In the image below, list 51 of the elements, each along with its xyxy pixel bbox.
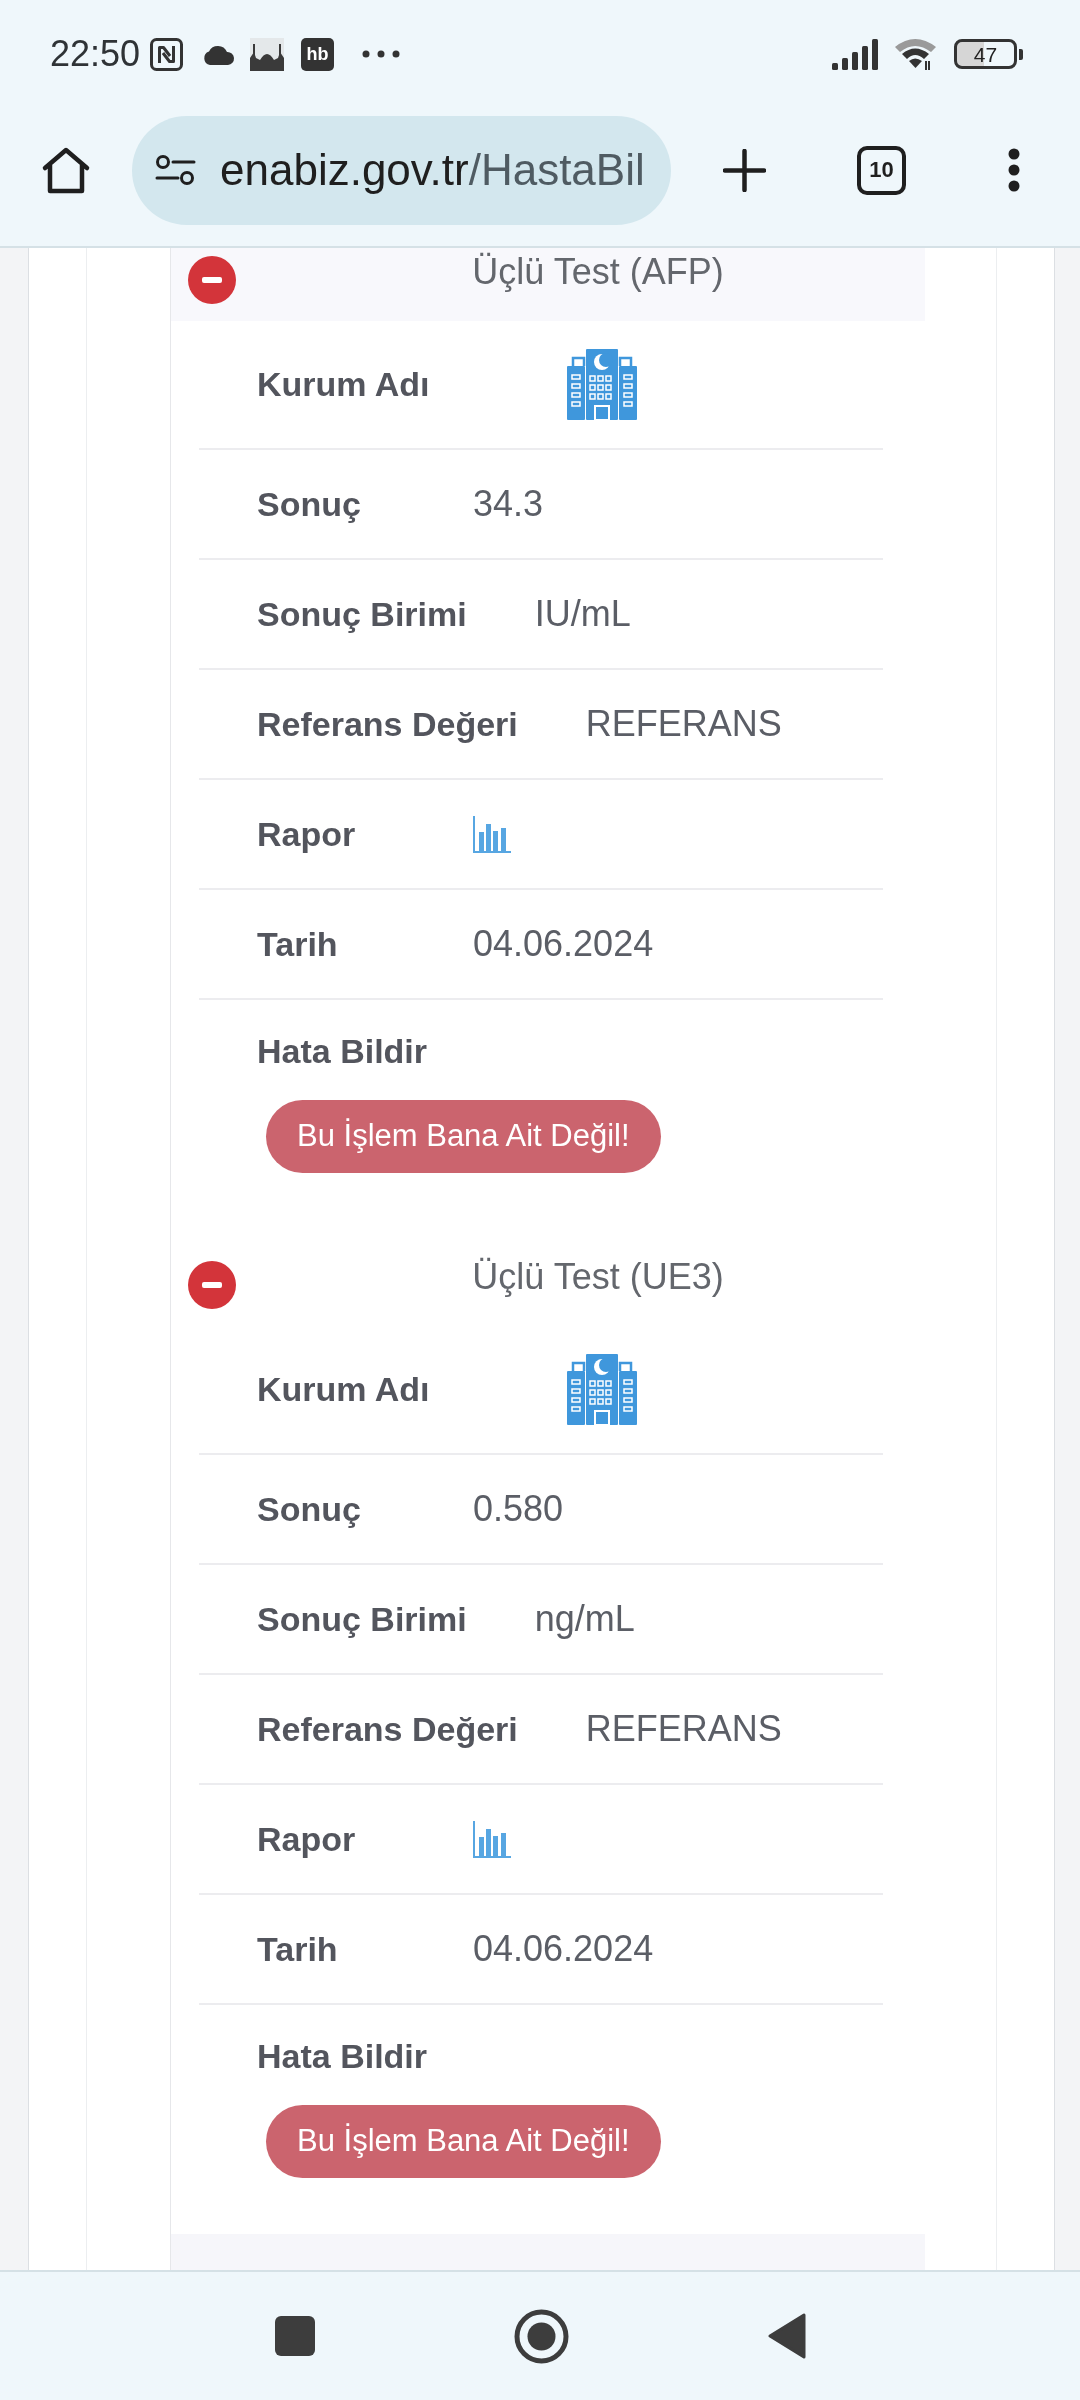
field-label: Tarih	[257, 923, 339, 965]
bar-chart-icon[interactable]	[473, 1820, 511, 1858]
nfc-icon	[150, 37, 184, 71]
battery-indicator: 47	[954, 39, 1023, 69]
field-label: Referans Değeri	[257, 1708, 519, 1750]
report-error-button[interactable]: Bu İşlem Bana Ait Değil!	[266, 1100, 661, 1173]
field-label: Rapor	[257, 1818, 357, 1860]
field-label: Tarih	[257, 1928, 339, 1970]
home-icon[interactable]	[513, 2308, 569, 2364]
url-text: enabiz.gov.tr/HastaBil	[220, 148, 645, 192]
address-bar[interactable]: enabiz.gov.tr/HastaBil	[132, 115, 671, 225]
field-value: ng/mL	[534, 1597, 635, 1641]
hospital-building-icon	[566, 349, 637, 420]
field-value: 34.3	[473, 482, 544, 526]
cloud-icon	[202, 43, 236, 65]
field-label: Sonuç	[257, 483, 362, 525]
field-value: IU/mL	[534, 592, 631, 636]
app-logo: hb	[301, 37, 335, 71]
more-icon	[362, 50, 401, 58]
bar-chart-icon[interactable]	[473, 815, 511, 853]
field-label: Rapor	[257, 813, 357, 855]
field-value: 0.580	[473, 1487, 564, 1531]
card-title: Üçlü Test (UE3)	[472, 1256, 724, 1297]
home-icon[interactable]	[41, 146, 91, 194]
hospital-building-icon	[566, 1354, 637, 1425]
field-label: Referans Değeri	[257, 703, 519, 745]
mosque-picture-icon	[250, 37, 285, 71]
field-label: Sonuç Birimi	[257, 593, 468, 635]
field-value: 04.06.2024	[473, 1927, 654, 1971]
field-label: Hata Bildir	[257, 2036, 428, 2076]
field-label: Sonuç Birimi	[257, 1598, 468, 1640]
menu-icon[interactable]	[1007, 147, 1021, 193]
field-label: Kurum Adı	[257, 364, 431, 405]
clock-time: 22:50	[50, 36, 141, 72]
site-settings-icon[interactable]	[155, 154, 196, 186]
field-label: Kurum Adı	[257, 1369, 431, 1410]
tab-switcher-button[interactable]: 10	[857, 145, 906, 195]
signal-icon	[832, 38, 880, 70]
field-value: 04.06.2024	[473, 922, 654, 966]
field-label: Hata Bildir	[257, 1031, 428, 1071]
field-value: REFERANS	[585, 1707, 782, 1751]
wifi-icon	[893, 37, 938, 71]
card-title: Üçlü Test (AFP)	[472, 251, 724, 292]
plus-icon[interactable]	[723, 148, 766, 192]
minus-icon[interactable]	[188, 1261, 236, 1309]
field-value: REFERANS	[585, 702, 782, 746]
field-label: Sonuç	[257, 1488, 362, 1530]
report-error-button[interactable]: Bu İşlem Bana Ait Değil!	[266, 2105, 661, 2178]
minus-icon[interactable]	[188, 256, 236, 304]
recents-icon[interactable]	[274, 2316, 315, 2356]
back-icon[interactable]	[767, 2313, 806, 2359]
